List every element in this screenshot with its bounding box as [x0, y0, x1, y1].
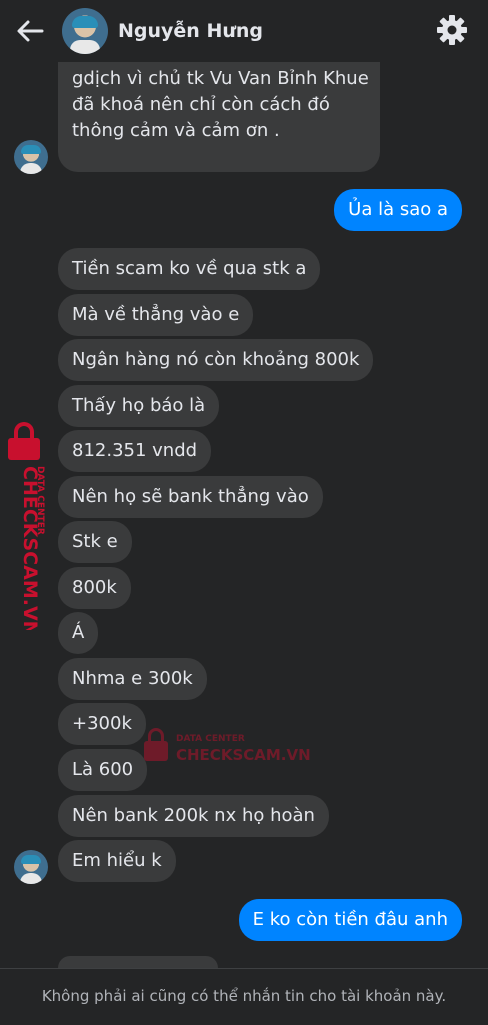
arrow-left-icon[interactable] [14, 16, 46, 46]
message-line: đã khoá nên chỉ còn cách đó [72, 94, 330, 115]
message-bubble-received[interactable]: Em hiểu k [58, 840, 176, 882]
watermark-subtitle: DATA CENTER [35, 466, 45, 535]
footer-notice: Không phải ai cũng có thể nhắn tin cho t… [41, 987, 447, 1005]
contact-avatar[interactable] [62, 8, 108, 54]
message-line: thông cảm và cảm ơn . [72, 120, 280, 141]
message-bubble-sent[interactable]: Ủa là sao a [334, 189, 462, 231]
checkscam-watermark: CHECKSCAM.VN DATA CENTER [8, 422, 45, 630]
message-bubble-received[interactable]: 800k [58, 567, 131, 609]
gear-icon[interactable] [436, 14, 468, 46]
message-bubble-received[interactable]: Tiền scam ko về qua stk a [58, 248, 321, 290]
message-bubble-received[interactable]: Ngân hàng nó còn khoảng 800k [58, 339, 374, 381]
message-bubble-received[interactable]: +300k [58, 703, 146, 745]
message-bubble-received[interactable]: Nên họ sẽ bank thẳng vào [58, 476, 323, 518]
contact-name[interactable]: Nguyễn Hưng [118, 20, 263, 42]
watermark-brand: CHECKSCAM.VN [176, 746, 311, 764]
message-bubble-received[interactable]: Thấy họ báo là [58, 385, 220, 427]
message-bubble-received[interactable]: 812.351 vndd [58, 430, 212, 472]
checkscam-watermark-center: DATA CENTER CHECKSCAM.VN [144, 728, 311, 764]
message-bubble-received[interactable]: Á [58, 612, 99, 654]
message-bubble-received[interactable]: Là 600 [58, 749, 148, 791]
message-bubble-received[interactable]: Nên bank 200k nx họ hoàn [58, 795, 329, 837]
message-line: gdịch vì chủ tk Vu Van Bỉnh Khue [72, 68, 369, 89]
chat-header: Nguyễn Hưng [0, 0, 488, 62]
sender-avatar[interactable] [14, 140, 48, 174]
message-bubble-received[interactable]: Stk e [58, 521, 132, 563]
watermark-subtitle: DATA CENTER [176, 734, 245, 744]
message-bubble-received[interactable]: Nhma e 300k [58, 658, 207, 700]
message-bubble-received[interactable]: Mà về thẳng vào e [58, 294, 254, 336]
messaging-restricted-footer: Không phải ai cũng có thể nhắn tin cho t… [0, 968, 488, 1025]
message-bubble-sent[interactable]: E ko còn tiền đâu anh [238, 899, 462, 941]
sender-avatar[interactable] [14, 850, 48, 884]
